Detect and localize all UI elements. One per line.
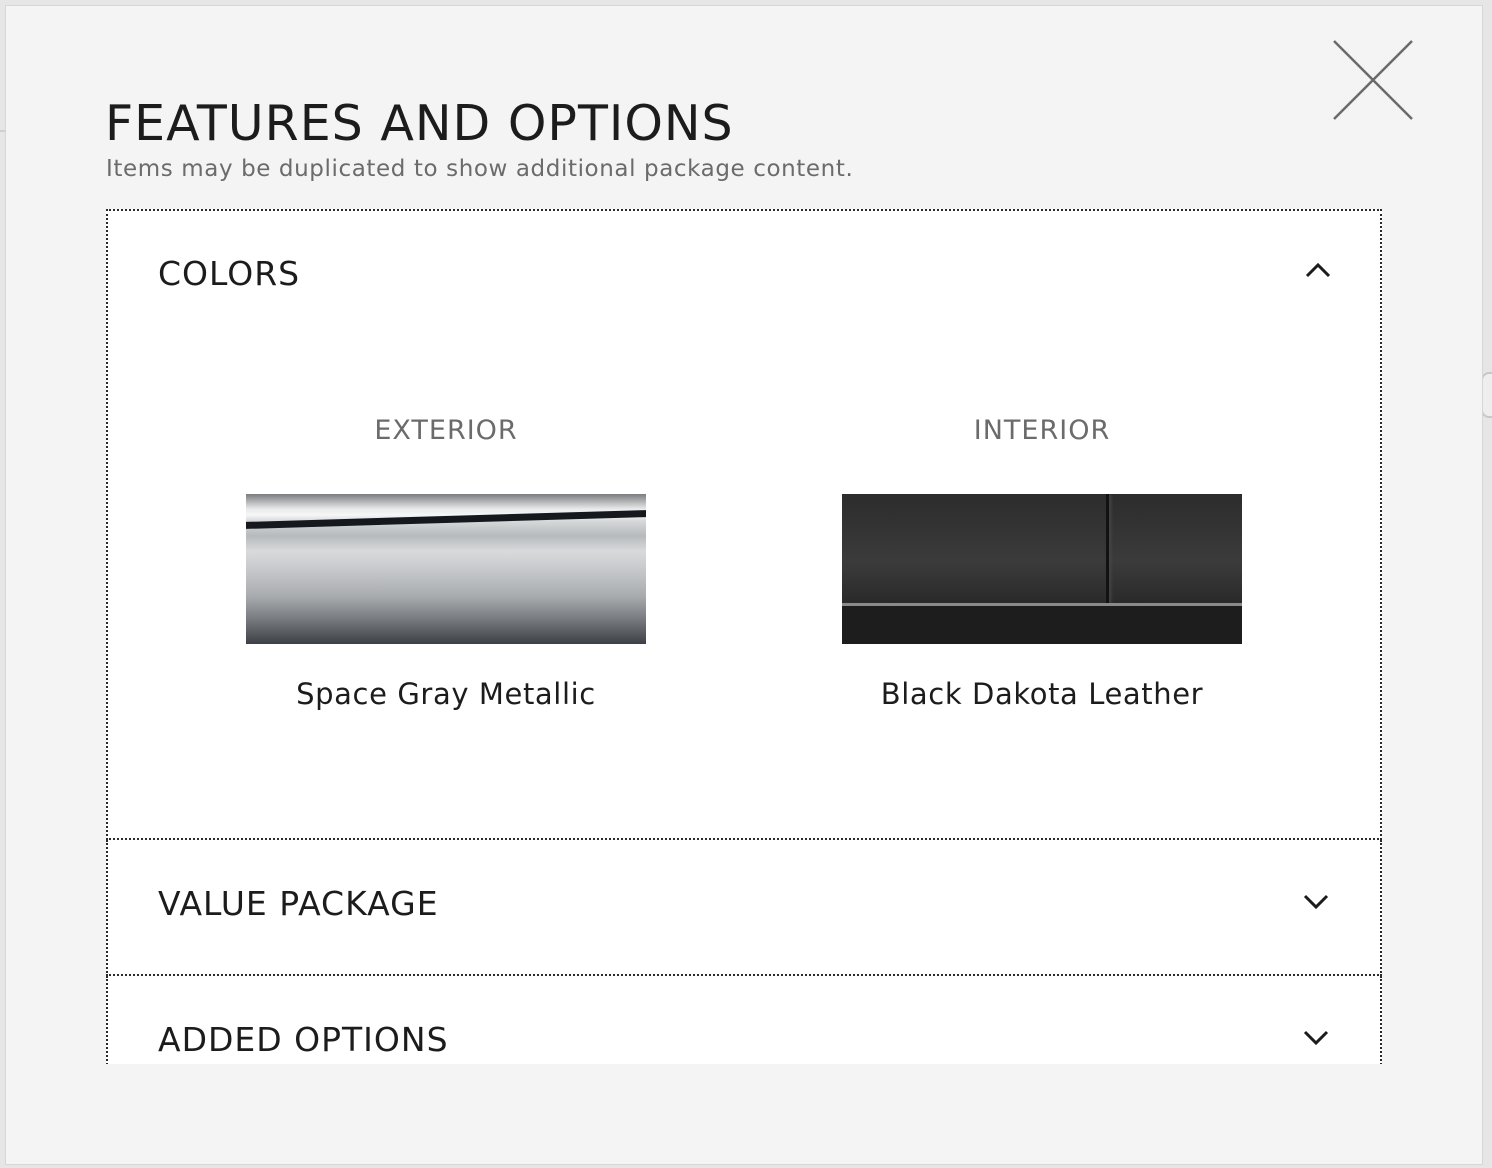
close-icon: [1333, 40, 1413, 120]
colors-section-header[interactable]: COLORS: [108, 211, 1380, 341]
colors-section-label: COLORS: [158, 254, 301, 293]
interior-color-name: Black Dakota Leather: [880, 677, 1204, 711]
features-options-modal: FEATURES AND OPTIONS Items may be duplic…: [6, 6, 1482, 1164]
interior-swatch-image: [842, 494, 1242, 644]
value-package-label: VALUE PACKAGE: [158, 884, 439, 923]
background-side-tab: [1481, 372, 1492, 418]
added-options-label: ADDED OPTIONS: [158, 1020, 449, 1059]
chevron-down-icon: [1303, 894, 1329, 910]
modal-subtitle: Items may be duplicated to show addition…: [106, 156, 854, 182]
added-options-header[interactable]: ADDED OPTIONS: [108, 976, 1380, 1064]
interior-heading: INTERIOR: [973, 415, 1111, 446]
exterior-heading: EXTERIOR: [374, 415, 518, 446]
exterior-swatch-image: [246, 494, 646, 644]
exterior-color-name: Space Gray Metallic: [296, 677, 596, 711]
interior-color: INTERIOR Black Dakota Leather: [842, 411, 1242, 714]
chevron-up-icon: [1305, 262, 1331, 278]
modal-title: FEATURES AND OPTIONS: [105, 95, 734, 152]
options-accordion: COLORS EXTERIOR Space Gray Metallic INTE…: [106, 209, 1382, 1064]
close-button[interactable]: [1332, 39, 1424, 131]
chevron-down-icon: [1303, 1030, 1329, 1046]
value-package-header[interactable]: VALUE PACKAGE: [108, 840, 1380, 970]
colors-section: COLORS EXTERIOR Space Gray Metallic INTE…: [106, 209, 1382, 840]
value-package-section: VALUE PACKAGE: [106, 840, 1382, 976]
exterior-color: EXTERIOR Space Gray Metallic: [246, 411, 646, 714]
added-options-section: ADDED OPTIONS: [106, 976, 1382, 1064]
